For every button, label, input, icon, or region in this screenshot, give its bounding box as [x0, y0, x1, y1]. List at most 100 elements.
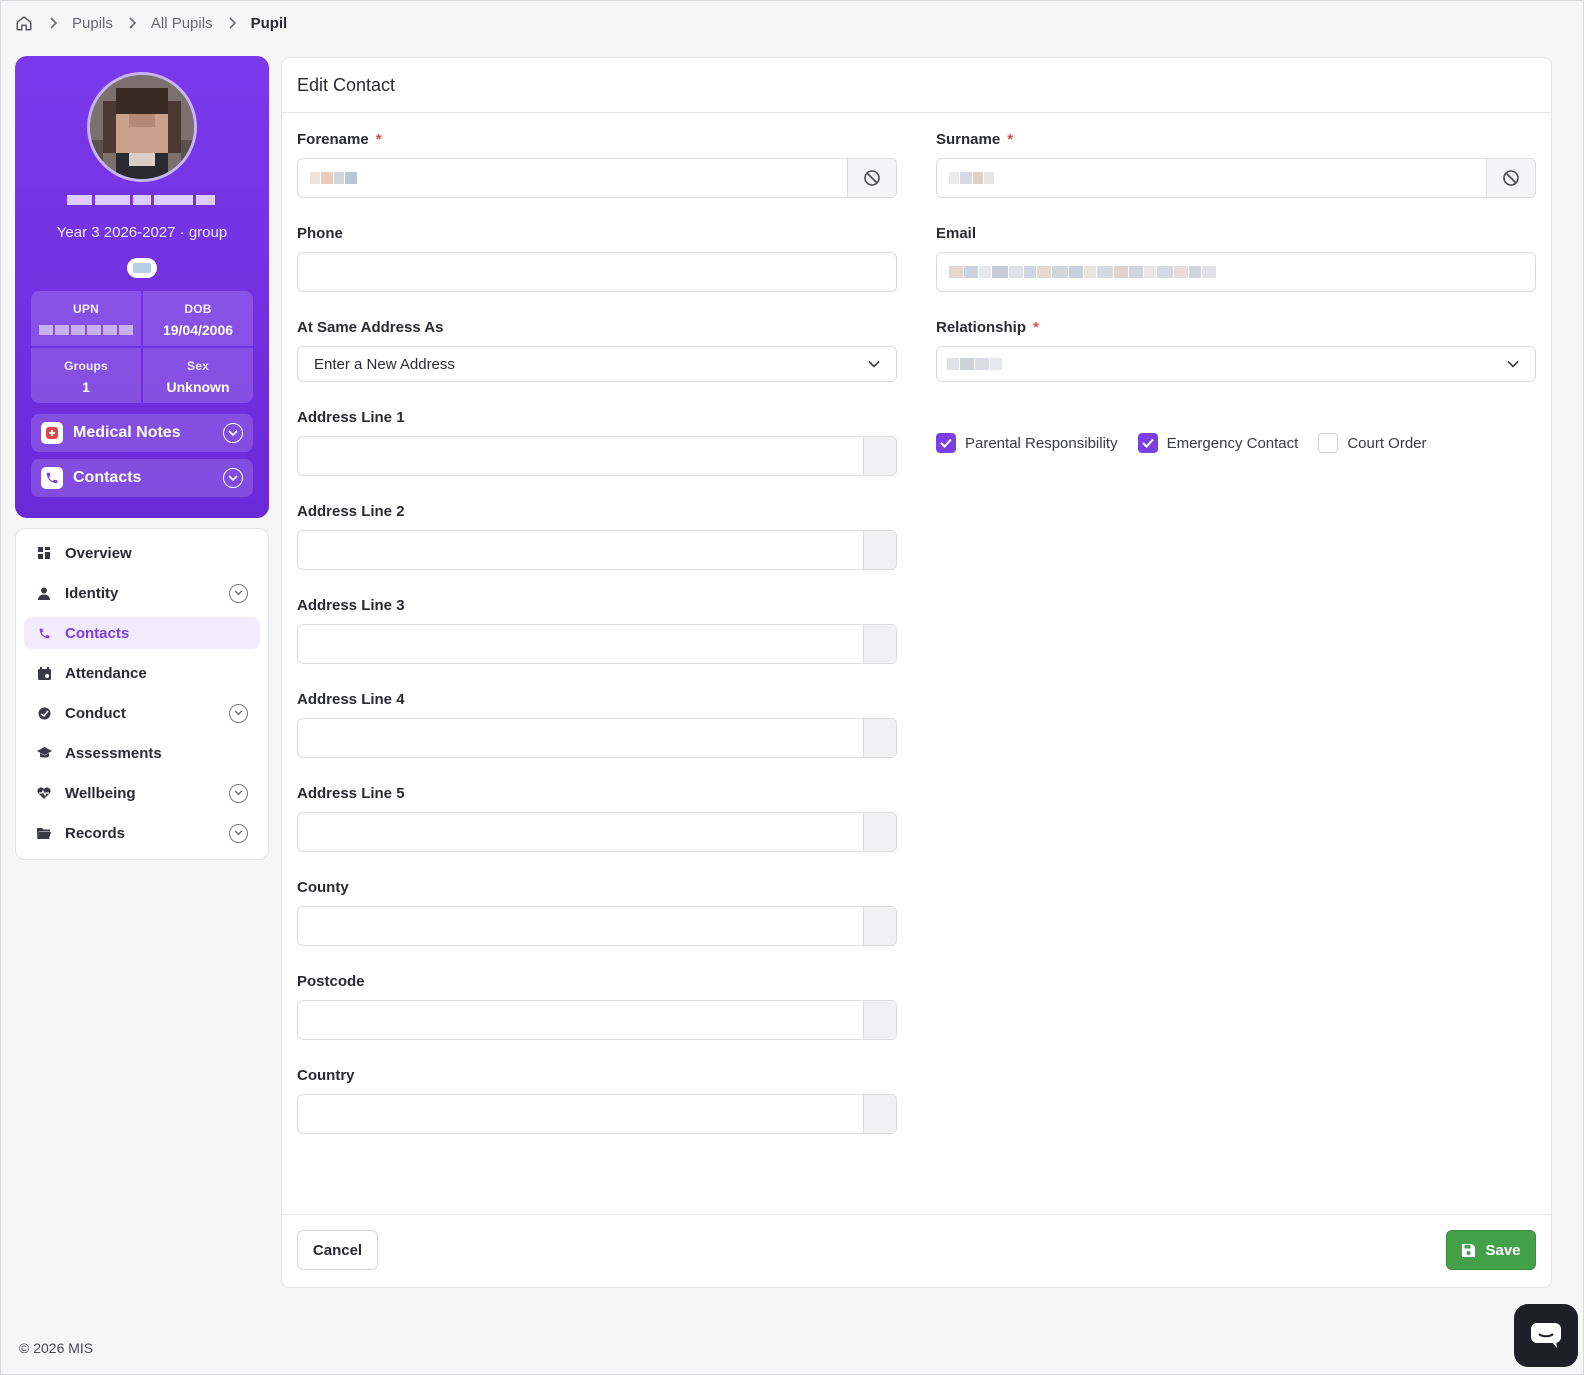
stat-dob-value: 19/04/2006	[162, 322, 234, 338]
address-line-1-label: Address Line 1	[297, 409, 405, 426]
address-line-3-input[interactable]	[297, 624, 897, 664]
country-label: Country	[297, 1067, 355, 1084]
county-input[interactable]	[297, 906, 897, 946]
sidebar-item-conduct[interactable]: Conduct	[24, 697, 260, 729]
address-line-1-input[interactable]	[297, 436, 897, 476]
chevron-down-icon[interactable]	[223, 468, 243, 488]
same-address-select[interactable]: Enter a New Address	[297, 346, 897, 382]
clear-forename-button[interactable]	[847, 159, 896, 197]
clear-surname-button[interactable]	[1486, 159, 1535, 197]
sidebar-item-assessments[interactable]: Assessments	[24, 737, 260, 769]
grid-icon	[36, 546, 52, 560]
contacts-accordion[interactable]: Contacts	[31, 459, 253, 497]
stat-groups-value: 1	[82, 379, 90, 395]
postcode-input[interactable]	[297, 1000, 897, 1040]
court-order-checkbox[interactable]: Court Order	[1318, 433, 1427, 453]
county-field: County	[297, 879, 897, 946]
court-order-label: Court Order	[1347, 434, 1427, 452]
forename-input[interactable]	[297, 158, 897, 198]
address-line-4-label: Address Line 4	[297, 691, 405, 708]
save-button-label: Save	[1485, 1241, 1521, 1259]
breadcrumb-all-pupils[interactable]: All Pupils	[151, 15, 213, 32]
country-input[interactable]	[297, 1094, 897, 1134]
checkbox-empty[interactable]	[1318, 433, 1339, 453]
home-icon[interactable]	[14, 13, 34, 33]
postcode-label: Postcode	[297, 973, 365, 990]
sidebar-item-label: Identity	[65, 584, 119, 602]
relationship-label: Relationship	[936, 319, 1027, 336]
chevron-right-icon	[127, 17, 137, 29]
check-icon[interactable]	[1137, 433, 1158, 453]
address-line-1-field: Address Line 1	[297, 409, 897, 476]
stat-upn-label: UPN	[73, 302, 99, 316]
contact-flags: Parental Responsibility Emergency Contac…	[936, 433, 1427, 453]
stat-sex-label: Sex	[187, 359, 209, 373]
breadcrumb: Pupils All Pupils Pupil	[14, 12, 287, 34]
pupil-group: Year 3 2026-2027 · group	[56, 224, 228, 241]
email-input[interactable]	[936, 252, 1536, 292]
address-line-5-label: Address Line 5	[297, 785, 405, 802]
sidebar-item-wellbeing[interactable]: Wellbeing	[24, 777, 260, 809]
calendar-icon	[36, 666, 52, 680]
medical-notes-label: Medical Notes	[73, 424, 181, 441]
chevron-right-icon	[48, 17, 58, 29]
cancel-button[interactable]: Cancel	[297, 1230, 378, 1270]
country-field: Country	[297, 1067, 897, 1134]
sidebar-item-label: Contacts	[65, 624, 130, 642]
phone-input[interactable]	[297, 252, 897, 292]
panel-title: Edit Contact	[282, 58, 1551, 113]
email-label: Email	[936, 225, 977, 242]
chat-widget-button[interactable]	[1514, 1304, 1578, 1367]
address-line-2-field: Address Line 2	[297, 503, 897, 570]
chevron-down-icon[interactable]	[229, 783, 248, 803]
sidebar-item-overview[interactable]: Overview	[24, 537, 260, 569]
stat-dob: DOB 19/04/2006	[143, 291, 253, 346]
sidebar-item-contacts[interactable]: Contacts	[24, 617, 260, 649]
address-line-4-field: Address Line 4	[297, 691, 897, 758]
sidebar-item-records[interactable]: Records	[24, 817, 260, 849]
status-badge	[127, 258, 157, 278]
surname-input[interactable]	[936, 158, 1536, 198]
user-icon	[36, 587, 52, 600]
address-line-2-input[interactable]	[297, 530, 897, 570]
chevron-down-icon[interactable]	[229, 823, 248, 843]
email-value-redacted[interactable]	[937, 253, 1535, 291]
address-line-4-input[interactable]	[297, 718, 897, 758]
address-line-2-label: Address Line 2	[297, 503, 405, 520]
emergency-contact-checkbox[interactable]: Emergency Contact	[1137, 433, 1298, 453]
check-icon[interactable]	[936, 433, 956, 453]
sidebar-item-label: Records	[65, 824, 126, 842]
sidebar-item-attendance[interactable]: Attendance	[24, 657, 260, 689]
forename-value-redacted[interactable]	[298, 159, 847, 197]
chevron-down-icon[interactable]	[229, 583, 248, 603]
chevron-down-icon[interactable]	[223, 423, 243, 443]
graduation-cap-icon	[36, 747, 52, 759]
chevron-down-icon[interactable]	[229, 703, 248, 723]
surname-label: Surname	[936, 131, 1001, 148]
postcode-field: Postcode	[297, 973, 897, 1040]
sidebar-item-identity[interactable]: Identity	[24, 577, 260, 609]
email-field: Email	[936, 225, 1536, 292]
stat-upn: UPN	[31, 291, 141, 346]
required-mark: *	[1033, 319, 1039, 336]
medical-notes-accordion[interactable]: Medical Notes	[31, 414, 253, 452]
chevron-right-icon	[227, 17, 237, 29]
county-label: County	[297, 879, 349, 896]
panel-footer: Cancel Save	[282, 1214, 1551, 1287]
address-line-5-field: Address Line 5	[297, 785, 897, 852]
forename-field: Forename *	[297, 131, 897, 198]
surname-field: Surname *	[936, 131, 1536, 198]
address-line-5-input[interactable]	[297, 812, 897, 852]
relationship-select[interactable]	[936, 346, 1536, 382]
forename-label: Forename	[297, 131, 369, 148]
breadcrumb-pupils[interactable]: Pupils	[72, 15, 113, 32]
avatar	[87, 72, 197, 182]
save-button[interactable]: Save	[1446, 1230, 1536, 1270]
pupil-stats: UPN DOB 19/04/2006 Groups 1 Sex Unknown	[31, 291, 253, 403]
parental-responsibility-checkbox[interactable]: Parental Responsibility	[936, 433, 1118, 453]
address-line-3-label: Address Line 3	[297, 597, 405, 614]
required-mark: *	[375, 131, 382, 148]
surname-value-redacted[interactable]	[937, 159, 1486, 197]
copyright: © 2026 MIS	[19, 1340, 94, 1356]
phone-icon	[36, 627, 52, 640]
